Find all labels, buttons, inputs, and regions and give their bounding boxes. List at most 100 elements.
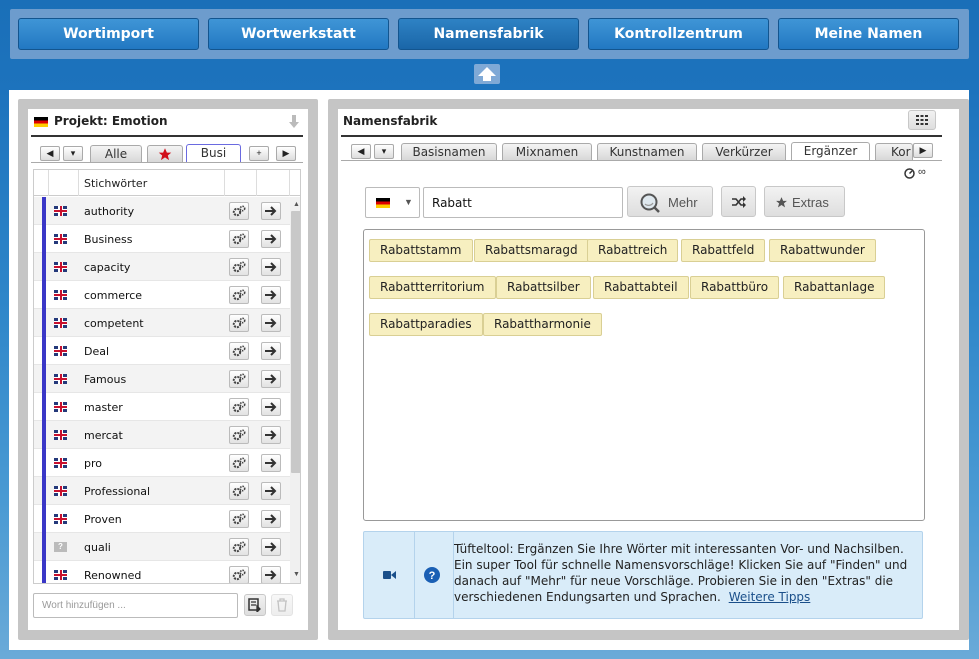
- download-arrow-icon[interactable]: [289, 115, 299, 129]
- use-word-button[interactable]: [261, 538, 281, 556]
- result-chip[interactable]: Rabattabteil: [593, 276, 689, 299]
- word-settings-button[interactable]: [229, 258, 249, 276]
- result-chip[interactable]: Rabattfeld: [681, 239, 766, 262]
- extras-button[interactable]: Extras: [764, 186, 845, 217]
- word-settings-button[interactable]: [229, 510, 249, 528]
- table-row[interactable]: ? quali: [34, 533, 290, 561]
- use-word-button[interactable]: [261, 230, 281, 248]
- use-word-button[interactable]: [261, 258, 281, 276]
- result-chip[interactable]: Rabattanlage: [783, 276, 886, 299]
- tabs-dropdown-button[interactable]: ▾: [63, 146, 83, 161]
- arrow-right-icon: [265, 570, 277, 580]
- nav-kontrollzentrum[interactable]: Kontrollzentrum: [588, 18, 769, 50]
- use-word-button[interactable]: [261, 342, 281, 360]
- import-words-button[interactable]: [244, 594, 266, 616]
- result-chip[interactable]: Rabattsilber: [496, 276, 591, 299]
- table-row[interactable]: Renowned: [34, 561, 290, 583]
- table-row[interactable]: Deal: [34, 337, 290, 365]
- word-settings-button[interactable]: [229, 482, 249, 500]
- collapse-handle-icon[interactable]: [474, 64, 500, 84]
- result-chip[interactable]: Rabattparadies: [369, 313, 483, 336]
- tab-busi[interactable]: Busi: [186, 144, 241, 163]
- tab-favorites[interactable]: [147, 145, 183, 162]
- word-settings-button[interactable]: [229, 566, 249, 583]
- more-tips-link[interactable]: Weitere Tipps: [729, 590, 811, 604]
- result-chip[interactable]: Rabattreich: [587, 239, 679, 262]
- nav-wortimport[interactable]: Wortimport: [18, 18, 199, 50]
- use-word-button[interactable]: [261, 566, 281, 583]
- add-tab-button[interactable]: +: [249, 146, 269, 161]
- language-select[interactable]: ▼: [365, 187, 420, 218]
- table-row[interactable]: commerce: [34, 281, 290, 309]
- use-word-button[interactable]: [261, 426, 281, 444]
- table-row[interactable]: capacity: [34, 253, 290, 281]
- tabs-prev-button[interactable]: ◀: [40, 146, 60, 161]
- tab-alle[interactable]: Alle: [90, 145, 142, 162]
- tab-kor[interactable]: Kor: [875, 143, 913, 160]
- factory-tabs-dropdown-button[interactable]: ▾: [374, 144, 394, 159]
- table-row[interactable]: master: [34, 393, 290, 421]
- result-chip[interactable]: Rabattbüro: [690, 276, 780, 299]
- table-row[interactable]: competent: [34, 309, 290, 337]
- uk-flag-icon: [54, 570, 67, 580]
- use-word-button[interactable]: [261, 398, 281, 416]
- nav-namensfabrik[interactable]: Namensfabrik: [398, 18, 579, 50]
- use-word-button[interactable]: [261, 286, 281, 304]
- more-button[interactable]: Mehr: [627, 186, 713, 217]
- help-icon[interactable]: ?: [424, 567, 440, 583]
- use-word-button[interactable]: [261, 202, 281, 220]
- table-row[interactable]: Business: [34, 225, 290, 253]
- table-scrollbar[interactable]: ▲ ▼: [290, 197, 300, 583]
- tab-mixnamen[interactable]: Mixnamen: [502, 143, 592, 160]
- use-word-button[interactable]: [261, 454, 281, 472]
- add-word-input[interactable]: Wort hinzufügen ...: [33, 593, 238, 618]
- factory-tabs-next-button[interactable]: ▶: [913, 143, 933, 158]
- word-settings-button[interactable]: [229, 454, 249, 472]
- tabs-next-button[interactable]: ▶: [276, 146, 296, 161]
- project-title: Projekt: Emotion: [54, 114, 168, 128]
- result-chip[interactable]: Rabattwunder: [769, 239, 876, 262]
- use-word-button[interactable]: [261, 510, 281, 528]
- word-settings-button[interactable]: [229, 342, 249, 360]
- results-box: [363, 229, 925, 521]
- table-row[interactable]: authority: [34, 197, 290, 225]
- video-camera-icon[interactable]: [383, 570, 396, 580]
- table-row[interactable]: Famous: [34, 365, 290, 393]
- tip-box: ? Tüfteltool: Ergänzen Sie Ihre Wörter m…: [363, 531, 923, 619]
- timer-icon[interactable]: [904, 168, 915, 179]
- delete-words-button[interactable]: [271, 594, 293, 616]
- word-settings-button[interactable]: [229, 370, 249, 388]
- word-input[interactable]: Rabatt: [423, 187, 623, 218]
- table-row[interactable]: pro: [34, 449, 290, 477]
- tab-ergaenzer[interactable]: Ergänzer: [791, 142, 870, 161]
- tab-basisnamen[interactable]: Basisnamen: [401, 143, 497, 160]
- tab-kunstnamen[interactable]: Kunstnamen: [597, 143, 697, 160]
- table-row[interactable]: mercat: [34, 421, 290, 449]
- use-word-button[interactable]: [261, 482, 281, 500]
- row-marker: [42, 421, 46, 449]
- word-settings-button[interactable]: [229, 286, 249, 304]
- result-chip[interactable]: Rabattstamm: [369, 239, 473, 262]
- tab-verkuerzer[interactable]: Verkürzer: [702, 143, 786, 160]
- word-settings-button[interactable]: [229, 314, 249, 332]
- result-chip[interactable]: Rabattterritorium: [369, 276, 496, 299]
- factory-tabs-prev-button[interactable]: ◀: [351, 144, 371, 159]
- scrollbar-thumb[interactable]: [291, 211, 300, 473]
- nav-meine-namen[interactable]: Meine Namen: [778, 18, 959, 50]
- result-chip[interactable]: Rabattsmaragd: [474, 239, 589, 262]
- use-word-button[interactable]: [261, 370, 281, 388]
- table-row[interactable]: Proven: [34, 505, 290, 533]
- keyword-text: mercat: [84, 429, 123, 442]
- grid-view-button[interactable]: [908, 110, 936, 130]
- use-word-button[interactable]: [261, 314, 281, 332]
- shuffle-button[interactable]: [721, 186, 756, 217]
- word-settings-button[interactable]: [229, 230, 249, 248]
- word-settings-button[interactable]: [229, 398, 249, 416]
- result-chip[interactable]: Rabattharmonie: [483, 313, 602, 336]
- word-settings-button[interactable]: [229, 202, 249, 220]
- table-row[interactable]: Professional: [34, 477, 290, 505]
- word-settings-button[interactable]: [229, 538, 249, 556]
- word-settings-button[interactable]: [229, 426, 249, 444]
- gears-icon: [232, 569, 246, 581]
- nav-wortwerkstatt[interactable]: Wortwerkstatt: [208, 18, 389, 50]
